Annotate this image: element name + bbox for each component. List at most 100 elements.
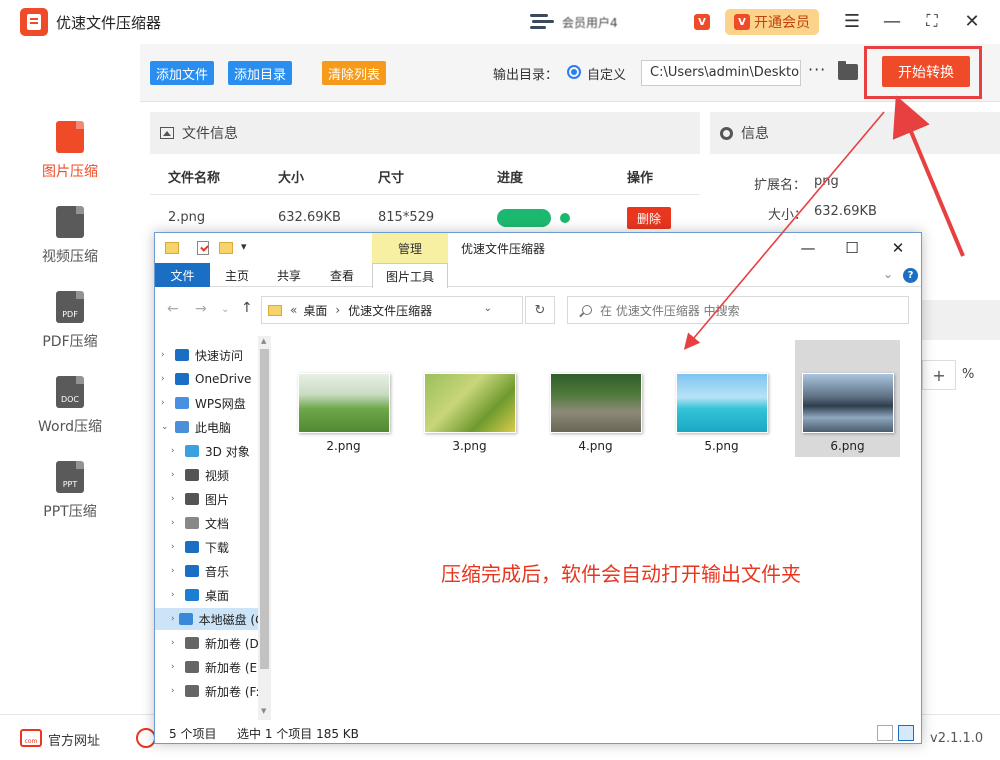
image-preview: [298, 373, 390, 433]
chevron-down-icon[interactable]: ⌄: [161, 422, 171, 432]
tree-item[interactable]: ›图片: [155, 488, 271, 510]
scroll-down-icon[interactable]: ▼: [261, 707, 266, 715]
file-name-label: 3.png: [417, 439, 522, 453]
delete-button[interactable]: 删除: [627, 207, 671, 229]
drive-icon: [185, 637, 199, 649]
tree-item[interactable]: ›视频: [155, 464, 271, 486]
tab-picture-tools[interactable]: 图片工具: [372, 263, 448, 288]
tree-item[interactable]: ›本地磁盘 (C:): [155, 608, 271, 630]
explorer-close-icon[interactable]: ✕: [883, 237, 913, 259]
chevron-right-icon[interactable]: ›: [161, 374, 171, 384]
tree-item[interactable]: ›下载: [155, 536, 271, 558]
tree-scroll-thumb[interactable]: [260, 349, 269, 669]
help-icon[interactable]: ?: [903, 268, 918, 283]
user-account[interactable]: 会员用户4 V: [528, 10, 710, 34]
website-link[interactable]: 官方网址: [48, 730, 100, 749]
tree-item[interactable]: ›桌面: [155, 584, 271, 606]
expand-ribbon-icon[interactable]: ⌄: [883, 267, 893, 281]
quick-access-folder-icon[interactable]: [165, 242, 179, 254]
tree-item[interactable]: ›文档: [155, 512, 271, 534]
recent-locations-icon[interactable]: ⌄: [221, 304, 229, 315]
tree-item[interactable]: ›3D 对象: [155, 440, 271, 462]
scroll-up-icon[interactable]: ▲: [261, 337, 266, 345]
tree-item[interactable]: ›新加卷 (D:): [155, 632, 271, 654]
quality-increment-button[interactable]: +: [922, 360, 956, 390]
output-path-field[interactable]: C:\Users\admin\Desktop: [641, 60, 801, 86]
new-folder-icon[interactable]: [219, 242, 233, 254]
file-name-label: 6.png: [795, 439, 900, 453]
forward-arrow-icon[interactable]: →: [195, 301, 207, 317]
chevron-right-icon[interactable]: ›: [171, 446, 181, 456]
file-thumbnail[interactable]: 6.png: [795, 340, 900, 457]
doc-file-icon: DOC: [56, 376, 84, 408]
chevron-right-icon[interactable]: ›: [171, 494, 181, 504]
sidebar-item-3[interactable]: DOCWord压缩: [0, 376, 140, 451]
sidebar-item-0[interactable]: 图片压缩: [0, 121, 140, 196]
file-thumbnail[interactable]: 5.png: [669, 340, 774, 457]
sidebar-item-4[interactable]: PPTPPT压缩: [0, 461, 140, 536]
open-folder-icon[interactable]: [838, 64, 858, 80]
chevron-right-icon[interactable]: ›: [171, 518, 181, 528]
tree-item[interactable]: ›OneDrive: [155, 368, 271, 390]
file-thumbnail[interactable]: 3.png: [417, 340, 522, 457]
start-button-highlight: [864, 46, 982, 99]
breadcrumb-separator-icon[interactable]: ›: [335, 303, 340, 317]
chevron-right-icon[interactable]: ›: [161, 350, 171, 360]
custom-output-radio[interactable]: [567, 65, 581, 79]
customize-toolbar-icon[interactable]: ▾: [241, 240, 247, 253]
tree-item[interactable]: ›音乐: [155, 560, 271, 582]
chevron-right-icon[interactable]: ›: [171, 542, 181, 552]
chevron-right-icon[interactable]: ›: [171, 662, 181, 672]
address-dropdown-icon[interactable]: ⌄: [484, 303, 492, 314]
tab-share[interactable]: 共享: [277, 263, 301, 287]
chevron-right-icon[interactable]: ›: [171, 686, 181, 696]
file-thumbnail[interactable]: 4.png: [543, 340, 648, 457]
browse-more-button[interactable]: ···: [808, 60, 826, 79]
open-vip-button[interactable]: V 开通会员: [725, 9, 819, 35]
sidebar-item-2[interactable]: PDFPDF压缩: [0, 291, 140, 366]
chevron-right-icon[interactable]: ›: [161, 398, 171, 408]
chevron-right-icon[interactable]: ›: [171, 614, 175, 624]
add-file-button[interactable]: 添加文件: [150, 61, 214, 85]
tab-home[interactable]: 主页: [225, 263, 249, 287]
tab-file[interactable]: 文件: [155, 263, 210, 287]
clear-list-button[interactable]: 清除列表: [322, 61, 386, 85]
qq-support-icon[interactable]: [136, 728, 156, 748]
breadcrumb-current-folder[interactable]: 优速文件压缩器: [348, 302, 432, 319]
breadcrumb-desktop[interactable]: 桌面: [303, 302, 327, 319]
sidebar-item-1[interactable]: 视频压缩: [0, 206, 140, 281]
search-input[interactable]: 在 优速文件压缩器 中搜索: [567, 296, 909, 324]
details-view-icon[interactable]: [877, 725, 893, 741]
minimize-icon[interactable]: —: [880, 9, 904, 33]
explorer-maximize-icon[interactable]: ☐: [837, 237, 867, 259]
tree-item[interactable]: ›快速访问: [155, 344, 271, 366]
tree-item[interactable]: ⌄此电脑: [155, 416, 271, 438]
item-count: 5 个项目: [169, 725, 216, 742]
up-arrow-icon[interactable]: ↑: [241, 300, 253, 316]
tab-view[interactable]: 查看: [330, 263, 354, 287]
tree-item[interactable]: ›新加卷 (E:): [155, 656, 271, 678]
chevron-right-icon[interactable]: ›: [171, 470, 181, 480]
large-icons-view-icon[interactable]: [898, 725, 914, 741]
menu-icon[interactable]: ☰: [840, 9, 864, 33]
file-thumbnail[interactable]: 2.png: [291, 340, 396, 457]
properties-check-icon[interactable]: [197, 241, 209, 255]
add-folder-button[interactable]: 添加目录: [228, 61, 292, 85]
chevron-right-icon[interactable]: ›: [171, 590, 181, 600]
back-arrow-icon[interactable]: ←: [167, 301, 179, 317]
tree-item[interactable]: ›WPS网盘: [155, 392, 271, 414]
explorer-minimize-icon[interactable]: —: [793, 237, 823, 259]
picture-folder-icon: [185, 493, 199, 505]
tree-item[interactable]: ›新加卷 (F:): [155, 680, 271, 702]
refresh-icon[interactable]: ↻: [525, 296, 555, 324]
close-icon[interactable]: ✕: [960, 9, 984, 33]
address-bar[interactable]: « 桌面 › 优速文件压缩器 ⌄: [261, 296, 523, 324]
size-value: 632.69KB: [814, 204, 877, 219]
cloud-icon: [175, 397, 189, 409]
chevron-right-icon[interactable]: ›: [171, 638, 181, 648]
overflow-chevron-icon[interactable]: «: [290, 303, 297, 317]
image-preview: [802, 373, 894, 433]
column-header-dims: 尺寸: [378, 167, 404, 186]
chevron-right-icon[interactable]: ›: [171, 566, 181, 576]
maximize-icon[interactable]: ⛶: [920, 9, 944, 33]
